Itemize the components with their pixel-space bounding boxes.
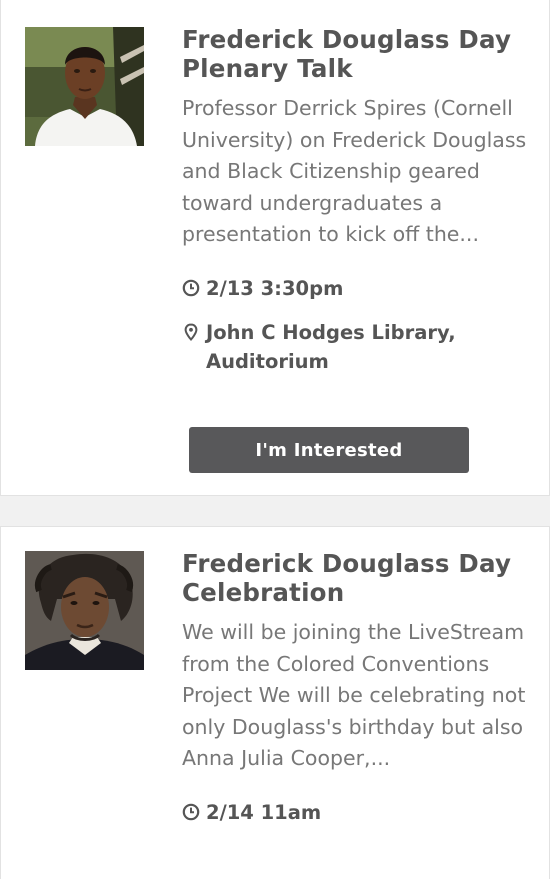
event-feed: Frederick Douglass Day Plenary Talk Prof… <box>0 0 550 879</box>
clock-icon <box>182 274 206 303</box>
map-pin-icon <box>182 318 206 347</box>
event-location-text: John C Hodges Library, Auditorium <box>206 320 456 373</box>
event-thumbnail[interactable] <box>25 551 144 670</box>
event-card[interactable]: Frederick Douglass Day Plenary Talk Prof… <box>0 0 550 496</box>
event-time: 2/13 3:30pm <box>182 274 535 303</box>
portrait-photo <box>25 551 144 670</box>
event-time-text: 2/14 11am <box>206 800 322 824</box>
event-card[interactable]: Frederick Douglass Day Celebration We wi… <box>0 526 550 879</box>
event-details: Frederick Douglass Day Celebration We wi… <box>182 549 535 827</box>
event-description: We will be joining the LiveStream from t… <box>182 620 526 770</box>
event-title[interactable]: Frederick Douglass Day Plenary Talk <box>182 25 535 83</box>
clock-icon <box>182 798 206 827</box>
event-location: John C Hodges Library, Auditorium <box>182 318 535 376</box>
event-thumbnail[interactable] <box>25 27 144 146</box>
event-time-text: 2/13 3:30pm <box>206 276 344 300</box>
event-details: Frederick Douglass Day Plenary Talk Prof… <box>182 25 535 376</box>
interested-button[interactable]: I'm Interested <box>189 427 469 473</box>
event-time: 2/14 11am <box>182 798 535 827</box>
event-description: Professor Derrick Spires (Cornell Univer… <box>182 96 527 246</box>
speaker-photo <box>25 27 144 146</box>
event-title[interactable]: Frederick Douglass Day Celebration <box>182 549 535 607</box>
